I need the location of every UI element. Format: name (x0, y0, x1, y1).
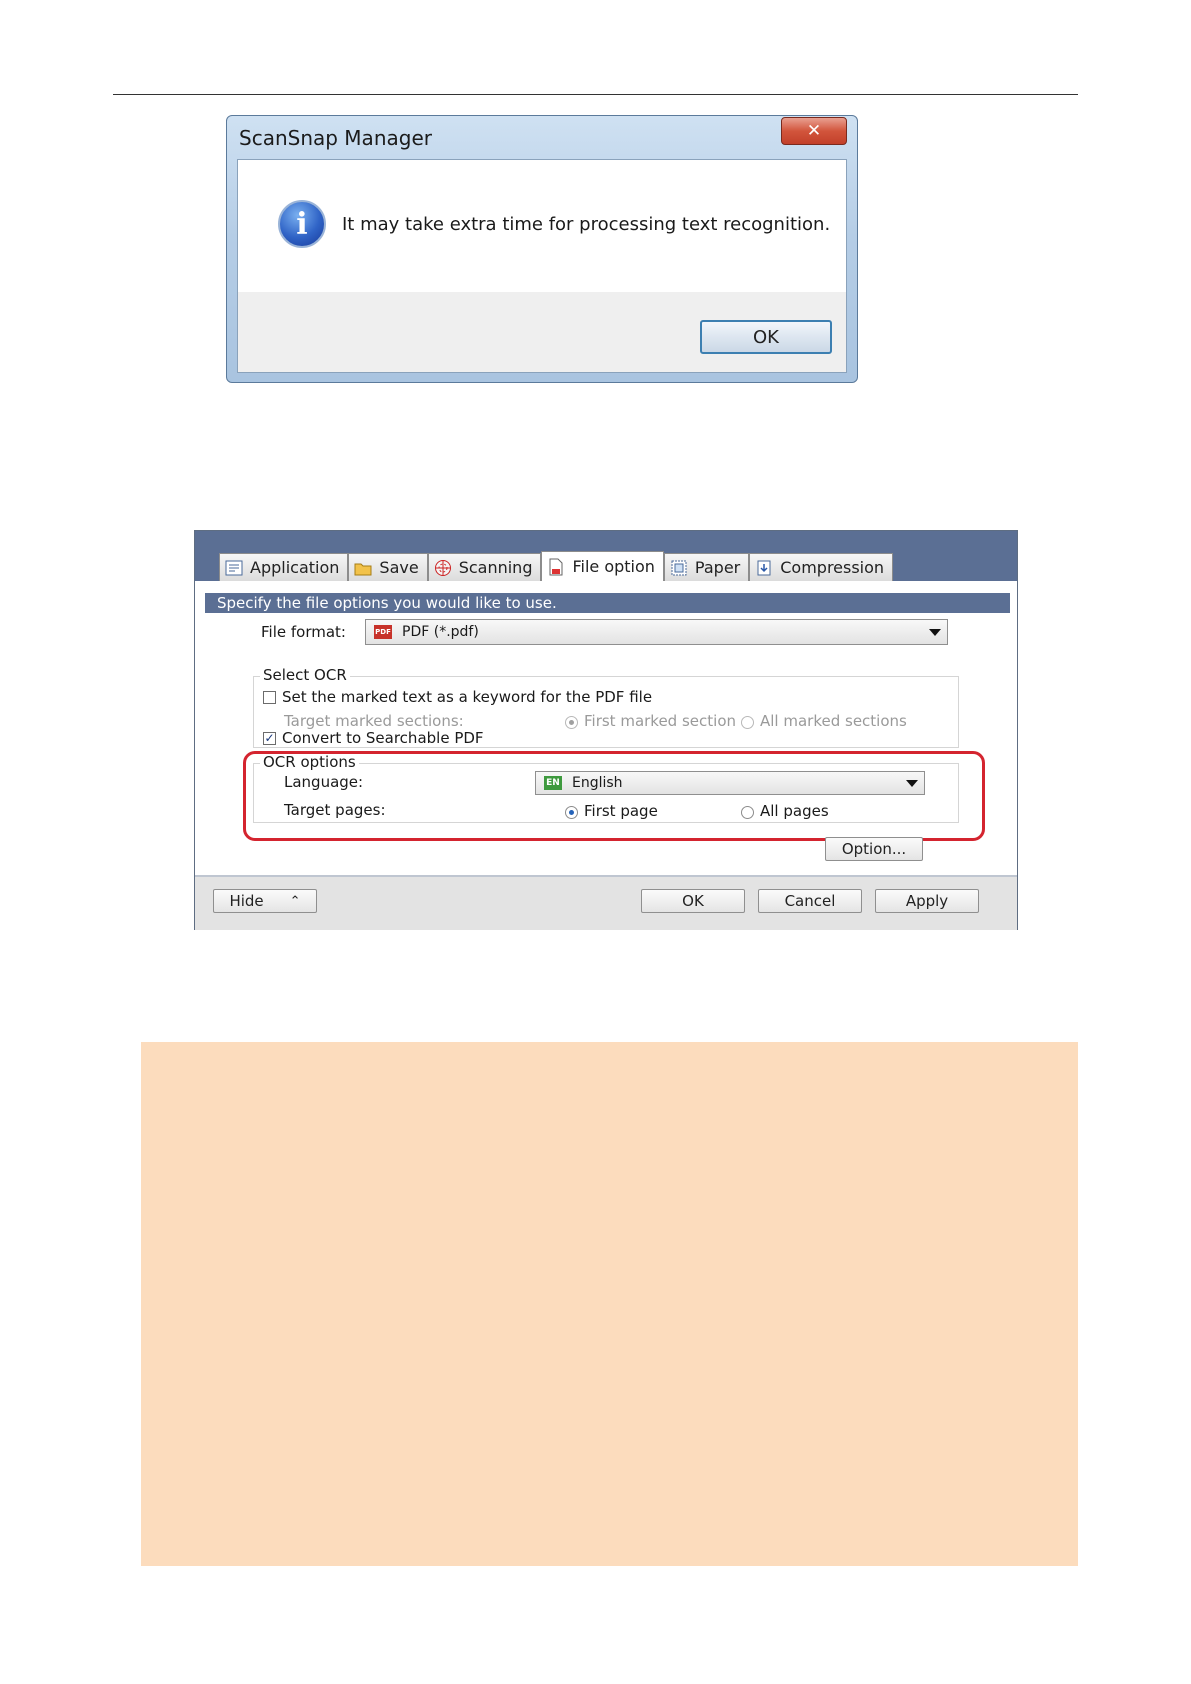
tab-label: Save (379, 558, 419, 577)
chevron-up-icon: ⌃ (289, 893, 301, 909)
tab-save[interactable]: Save (348, 553, 428, 581)
hide-button[interactable]: Hide ⌃ (213, 889, 317, 913)
dialog-message: It may take extra time for processing te… (342, 214, 831, 235)
tab-label: Application (250, 558, 340, 577)
compression-icon (754, 559, 774, 577)
searchable-pdf-label: Convert to Searchable PDF (282, 729, 484, 747)
file-format-value: PDF (*.pdf) (402, 624, 479, 640)
searchable-pdf-checkbox[interactable]: ✓ (263, 732, 276, 745)
tab-application[interactable]: Application (219, 553, 349, 581)
select-ocr-title: Select OCR (260, 666, 350, 684)
file-format-label: File format: (261, 623, 346, 641)
file-icon (546, 558, 566, 576)
ok-button[interactable]: OK (641, 889, 745, 913)
tab-file-option[interactable]: File option (541, 551, 664, 581)
close-button[interactable]: ✕ (781, 117, 847, 145)
tab-description: Specify the file options you would like … (205, 593, 1010, 613)
close-icon: ✕ (806, 121, 822, 141)
paper-icon (669, 559, 689, 577)
tab-label: Scanning (458, 558, 533, 577)
settings-footer: Hide ⌃ OK Cancel Apply (195, 875, 1017, 930)
keyword-checkbox[interactable] (263, 691, 276, 704)
ok-button[interactable]: OK (700, 320, 832, 354)
settings-header: Application Save Scanning File option Pa… (195, 531, 1017, 581)
tab-paper[interactable]: Paper (663, 553, 750, 581)
chevron-down-icon (929, 629, 941, 636)
info-icon: i (278, 200, 326, 248)
file-format-select[interactable]: PDF PDF (*.pdf) (365, 619, 948, 645)
scanning-icon (433, 559, 453, 577)
pdf-icon: PDF (374, 625, 392, 639)
tab-label: File option (572, 557, 655, 576)
dialog-body: i It may take extra time for processing … (237, 159, 847, 373)
dialog-footer: OK (238, 292, 846, 372)
application-icon (224, 559, 244, 577)
first-marked-label: First marked section (584, 712, 736, 730)
all-marked-radio[interactable] (741, 716, 754, 729)
folder-icon (353, 559, 373, 577)
dialog-title: ScanSnap Manager (239, 126, 432, 150)
settings-dialog: Application Save Scanning File option Pa… (194, 530, 1018, 930)
note-box (141, 1042, 1078, 1566)
all-marked-label: All marked sections (760, 712, 907, 730)
option-button[interactable]: Option... (825, 837, 923, 861)
apply-button[interactable]: Apply (875, 889, 979, 913)
tab-bar: Application Save Scanning File option Pa… (219, 551, 894, 581)
first-marked-radio[interactable] (565, 716, 578, 729)
tab-scanning[interactable]: Scanning (427, 553, 542, 581)
cancel-button[interactable]: Cancel (758, 889, 862, 913)
message-dialog: ScanSnap Manager ✕ i It may take extra t… (226, 115, 858, 383)
tab-label: Compression (780, 558, 885, 577)
hide-label: Hide (229, 892, 264, 910)
tab-compression[interactable]: Compression (749, 553, 894, 581)
ocr-options-highlight (243, 751, 985, 841)
page-top-rule (113, 94, 1078, 95)
keyword-label: Set the marked text as a keyword for the… (282, 688, 653, 706)
tab-label: Paper (694, 558, 741, 577)
target-marked-label: Target marked sections: (284, 712, 464, 730)
